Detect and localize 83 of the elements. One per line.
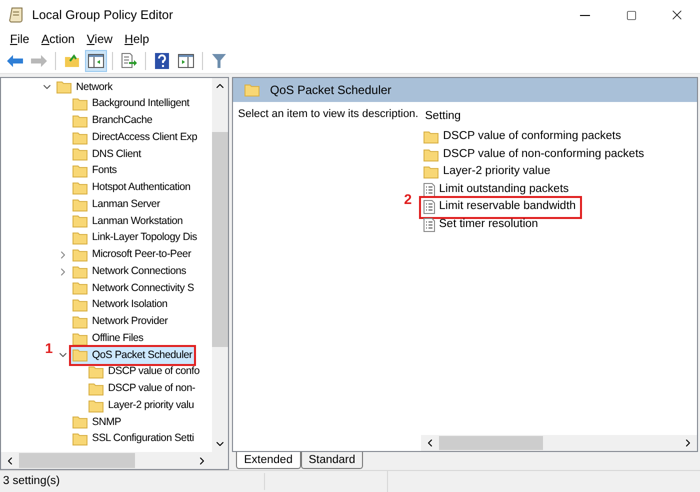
tree-item[interactable]: Layer-2 priority valu — [87, 397, 196, 414]
scroll-icon — [9, 7, 23, 23]
view-tab[interactable]: Extended — [236, 452, 301, 469]
forward-arrow-icon — [31, 54, 47, 66]
menu-item[interactable]: Help — [124, 30, 150, 48]
tree-item[interactable]: QoS Packet Scheduler — [71, 346, 194, 364]
tree-item[interactable]: Network Isolation — [71, 296, 170, 314]
folder-icon — [244, 83, 260, 97]
document-icon — [423, 182, 435, 196]
tree-item[interactable]: SSL Configuration Setti — [71, 430, 196, 448]
tree-item[interactable]: Lanman Server — [71, 196, 162, 214]
minimize-icon — [580, 14, 590, 16]
folder-icon — [56, 80, 72, 94]
folder-icon — [72, 432, 88, 446]
menu-item[interactable]: File — [10, 30, 30, 48]
panes-icon — [178, 54, 194, 68]
tree-item[interactable]: DSCP value of confo — [87, 364, 202, 381]
folder-icon — [72, 130, 88, 145]
folder-icon — [72, 314, 88, 329]
folder-icon — [72, 415, 88, 430]
folder-icon — [72, 198, 88, 212]
folder-icon — [72, 114, 88, 128]
document-icon — [423, 218, 435, 232]
callout-number: 1 — [45, 341, 53, 355]
tree-item[interactable]: Network Connections — [71, 263, 188, 280]
tree-item[interactable]: Network Provider — [71, 313, 170, 330]
folder-icon — [423, 165, 439, 179]
setting-item[interactable]: Set timer resolution — [421, 215, 542, 234]
status-text: 3 setting(s) — [0, 472, 265, 490]
pane-header: QoS Packet Scheduler — [233, 78, 697, 102]
setting-item[interactable]: Limit reservable bandwidth — [421, 198, 580, 216]
setting-item[interactable]: DSCP value of conforming packets — [421, 128, 626, 146]
setting-item[interactable]: Limit outstanding packets — [421, 180, 573, 199]
folder-icon — [72, 348, 88, 362]
tree-item[interactable]: Fonts — [71, 162, 119, 180]
tree-item[interactable]: Offline Files — [71, 330, 146, 348]
description-text: Select an item to view its description. — [238, 107, 420, 121]
folder-icon — [72, 180, 88, 195]
tree-item[interactable]: Microsoft Peer-to-Peer — [71, 246, 194, 264]
tree-item[interactable]: DSCP value of non- — [87, 380, 198, 398]
setting-item[interactable]: DSCP value of non-conforming packets — [421, 145, 648, 164]
window-title: Local Group Policy Editor — [32, 6, 174, 24]
setting-item[interactable]: Layer-2 priority value — [421, 162, 554, 182]
help-icon — [155, 52, 169, 68]
tree-item[interactable]: SNMP — [71, 414, 124, 431]
tree-item[interactable]: DirectAccess Client Exp — [71, 129, 200, 146]
folder-icon — [72, 281, 88, 296]
menu-item[interactable]: View — [86, 30, 113, 48]
export-list-icon — [121, 53, 137, 68]
panes-icon — [88, 54, 104, 68]
view-tab[interactable]: Standard — [300, 452, 364, 469]
folder-icon — [72, 164, 88, 178]
tree-item[interactable]: Link-Layer Topology Dis — [71, 230, 199, 247]
horizontal-scrollbar[interactable] — [421, 435, 697, 451]
vertical-scrollbar[interactable] — [212, 78, 228, 452]
tree-item[interactable]: Background Intelligent — [71, 96, 192, 113]
menu-item[interactable]: Action — [41, 30, 75, 48]
folder-icon — [72, 264, 88, 279]
tree-item[interactable]: Lanman Workstation — [71, 212, 185, 230]
folder-icon — [88, 382, 104, 396]
document-icon — [423, 200, 435, 214]
tree-item[interactable]: BranchCache — [71, 112, 154, 130]
folder-icon — [72, 248, 88, 262]
folder-icon — [72, 214, 88, 228]
back-arrow-icon — [7, 54, 23, 66]
tree-item[interactable]: Hotspot Authentication — [71, 179, 192, 196]
tree-item[interactable]: Network Connectivity S — [71, 280, 196, 297]
folder-icon — [72, 147, 88, 162]
filter-icon — [212, 54, 226, 68]
toolbar-button[interactable] — [85, 50, 107, 72]
column-header: Setting — [425, 109, 462, 124]
folder-icon — [72, 298, 88, 312]
tree-item[interactable]: DNS Client — [71, 146, 143, 163]
folder-icon — [72, 231, 88, 246]
folder-icon — [72, 97, 88, 112]
folder-icon — [423, 130, 439, 144]
callout-number: 2 — [404, 192, 412, 206]
tree-item[interactable]: Network — [55, 78, 114, 96]
folder-icon — [88, 398, 104, 413]
horizontal-scrollbar[interactable] — [1, 452, 228, 469]
folder-arrow-icon — [64, 53, 80, 68]
maximize-icon — [626, 10, 636, 20]
folder-icon — [423, 148, 439, 162]
